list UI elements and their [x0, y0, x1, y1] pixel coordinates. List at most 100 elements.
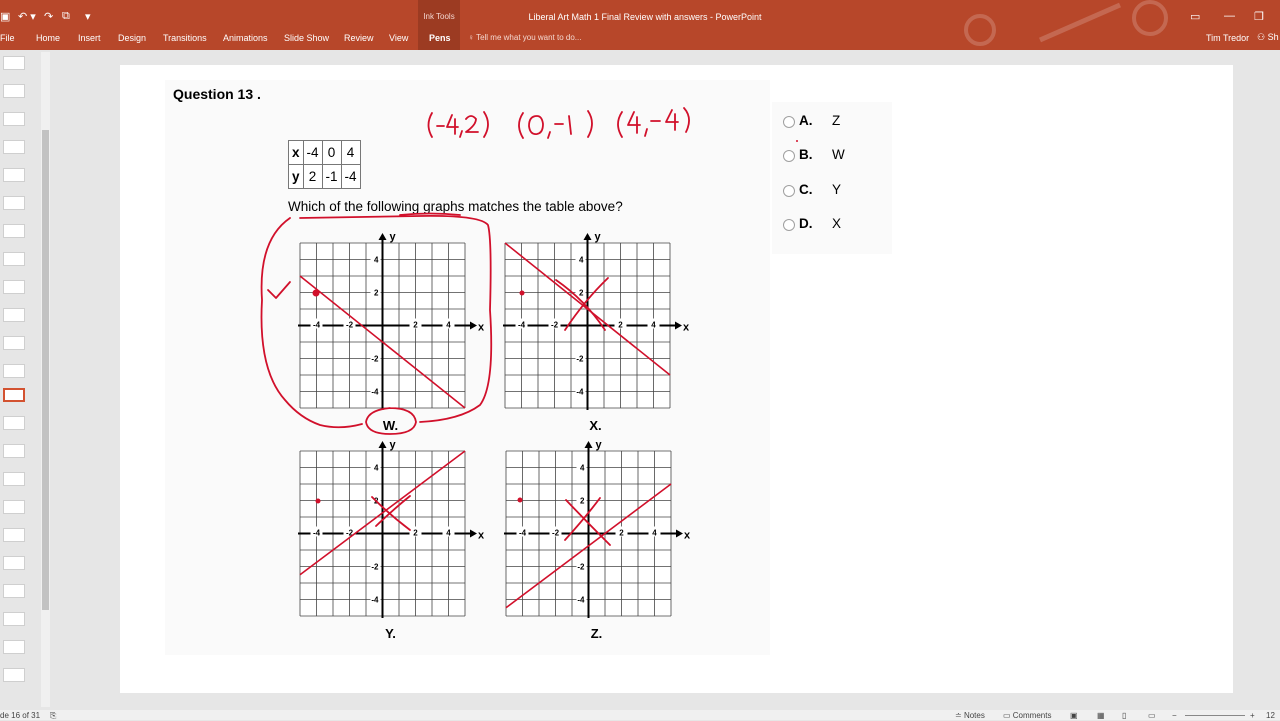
slide-thumbnail[interactable]: [3, 640, 25, 654]
slide-thumbnail[interactable]: [3, 56, 25, 70]
slide-thumbnail[interactable]: [3, 140, 25, 154]
tab-pens[interactable]: Pens: [429, 33, 451, 43]
slide-thumbnail[interactable]: [3, 112, 25, 126]
share-button[interactable]: ⚇ Sh: [1257, 32, 1279, 43]
y-tick-label: -4: [371, 388, 379, 397]
y-tick-label: -2: [371, 563, 379, 572]
tab-animations[interactable]: Animations: [223, 33, 268, 43]
x-tick-label: -4: [313, 321, 321, 330]
zoom-level[interactable]: 12: [1266, 711, 1275, 720]
customize-qat-icon[interactable]: ▾: [85, 10, 91, 23]
slide-thumbnail[interactable]: [3, 500, 25, 514]
question-prompt: Which of the following graphs matches th…: [288, 199, 623, 214]
choice-value: W: [832, 147, 845, 162]
y-tick-label: 4: [579, 256, 584, 265]
ribbon-display-options-icon[interactable]: ▭: [1190, 10, 1200, 23]
y-tick-label: 2: [580, 497, 585, 506]
maximize-icon[interactable]: ❐: [1254, 10, 1264, 23]
choice-value: Z: [832, 113, 841, 128]
radio-button[interactable]: [783, 185, 795, 197]
slide-thumbnail[interactable]: [3, 84, 25, 98]
x-tick-label: 2: [619, 529, 624, 538]
table-cell: -4: [340, 164, 361, 189]
slide-thumbnail[interactable]: [3, 612, 25, 626]
tab-insert[interactable]: Insert: [78, 33, 101, 43]
minimize-icon[interactable]: —: [1224, 10, 1235, 22]
y-tick-label: 4: [374, 256, 379, 265]
y-tick-label: 4: [580, 464, 585, 473]
slide-thumbnail[interactable]: [3, 252, 25, 266]
normal-view-icon[interactable]: ▣: [1070, 711, 1078, 720]
tab-home[interactable]: Home: [36, 33, 60, 43]
slide-thumbnail-current[interactable]: [3, 388, 25, 402]
x-tick-label: 2: [413, 529, 418, 538]
slide-thumbnail[interactable]: [3, 224, 25, 238]
x-tick-label: -4: [518, 321, 526, 330]
scrollbar-thumb[interactable]: [42, 130, 49, 610]
notes-button[interactable]: ≐ Notes: [955, 711, 985, 720]
tab-review[interactable]: Review: [344, 33, 374, 43]
slide-thumbnail[interactable]: [3, 308, 25, 322]
thumbnail-scrollbar[interactable]: [41, 52, 50, 707]
x-axis-label: x: [684, 530, 691, 542]
user-name[interactable]: Tim Tredor: [1206, 33, 1249, 43]
zoom-slider[interactable]: [1185, 715, 1245, 716]
graph-w: x y -4 -2 2 4 4 2 -2 -4 W.: [298, 231, 485, 433]
x-tick-label: -4: [519, 529, 527, 538]
radio-button[interactable]: [783, 219, 795, 231]
tell-me-search[interactable]: ♀ Tell me what you want to do...: [468, 33, 581, 42]
slide-thumbnail[interactable]: [3, 416, 25, 430]
y-tick-label: -4: [576, 388, 584, 397]
tab-file[interactable]: File: [0, 33, 15, 43]
comments-button[interactable]: ▭ Comments: [1003, 711, 1051, 720]
save-icon[interactable]: ▣: [0, 10, 10, 23]
x-tick-label: 4: [446, 529, 451, 538]
tab-transitions[interactable]: Transitions: [163, 33, 207, 43]
table-row-header: x: [288, 140, 304, 165]
slide-show-icon[interactable]: ▭: [1148, 711, 1156, 720]
slide-thumbnail[interactable]: [3, 280, 25, 294]
start-from-beginning-icon[interactable]: ⧉: [62, 10, 70, 23]
slide-thumbnail[interactable]: [3, 364, 25, 378]
slide-sorter-icon[interactable]: ▦: [1097, 711, 1105, 720]
graph-label: X.: [589, 418, 601, 433]
person-icon: ⚇: [1257, 32, 1268, 42]
zoom-out-icon[interactable]: −: [1172, 711, 1177, 720]
undo-icon[interactable]: ↶ ▾: [18, 10, 36, 23]
table-row-header: y: [288, 164, 304, 189]
slide-thumbnail[interactable]: [3, 472, 25, 486]
slide-thumbnail[interactable]: [3, 528, 25, 542]
slide-thumbnail[interactable]: [3, 336, 25, 350]
slide-thumbnail[interactable]: [3, 668, 25, 682]
reading-view-icon[interactable]: ▯: [1122, 711, 1126, 720]
table-cell: -1: [321, 164, 342, 189]
y-tick-label: 2: [374, 497, 379, 506]
tab-design[interactable]: Design: [118, 33, 146, 43]
slide-thumbnail[interactable]: [3, 584, 25, 598]
x-tick-label: -4: [313, 529, 321, 538]
ink-tools-label: Ink Tools: [423, 12, 455, 21]
tab-view[interactable]: View: [389, 33, 408, 43]
notes-icon: ≐: [955, 711, 964, 720]
tab-slide-show[interactable]: Slide Show: [284, 33, 329, 43]
graph-label: Y.: [385, 626, 396, 641]
x-axis-arrow: [470, 529, 477, 538]
slide-thumbnail[interactable]: [3, 444, 25, 458]
zoom-in-icon[interactable]: +: [1250, 711, 1255, 720]
table-cell: -4: [302, 140, 323, 165]
y-axis-label: y: [390, 439, 397, 451]
radio-button[interactable]: [783, 116, 795, 128]
share-label: Sh: [1267, 32, 1279, 42]
tell-me-text: Tell me what you want to do...: [476, 33, 582, 42]
slide-thumbnail[interactable]: [3, 556, 25, 570]
radio-button[interactable]: [783, 150, 795, 162]
table-row: y 2 -1 -4: [288, 164, 361, 189]
choice-letter: B.: [799, 147, 813, 162]
choice-letter: D.: [799, 216, 813, 231]
slide-thumbnail[interactable]: [3, 168, 25, 182]
redo-icon[interactable]: ↷: [44, 10, 53, 23]
x-tick-label: -2: [346, 321, 354, 330]
x-axis-arrow: [676, 529, 683, 538]
x-axis-label: x: [478, 530, 485, 542]
slide-thumbnail[interactable]: [3, 196, 25, 210]
